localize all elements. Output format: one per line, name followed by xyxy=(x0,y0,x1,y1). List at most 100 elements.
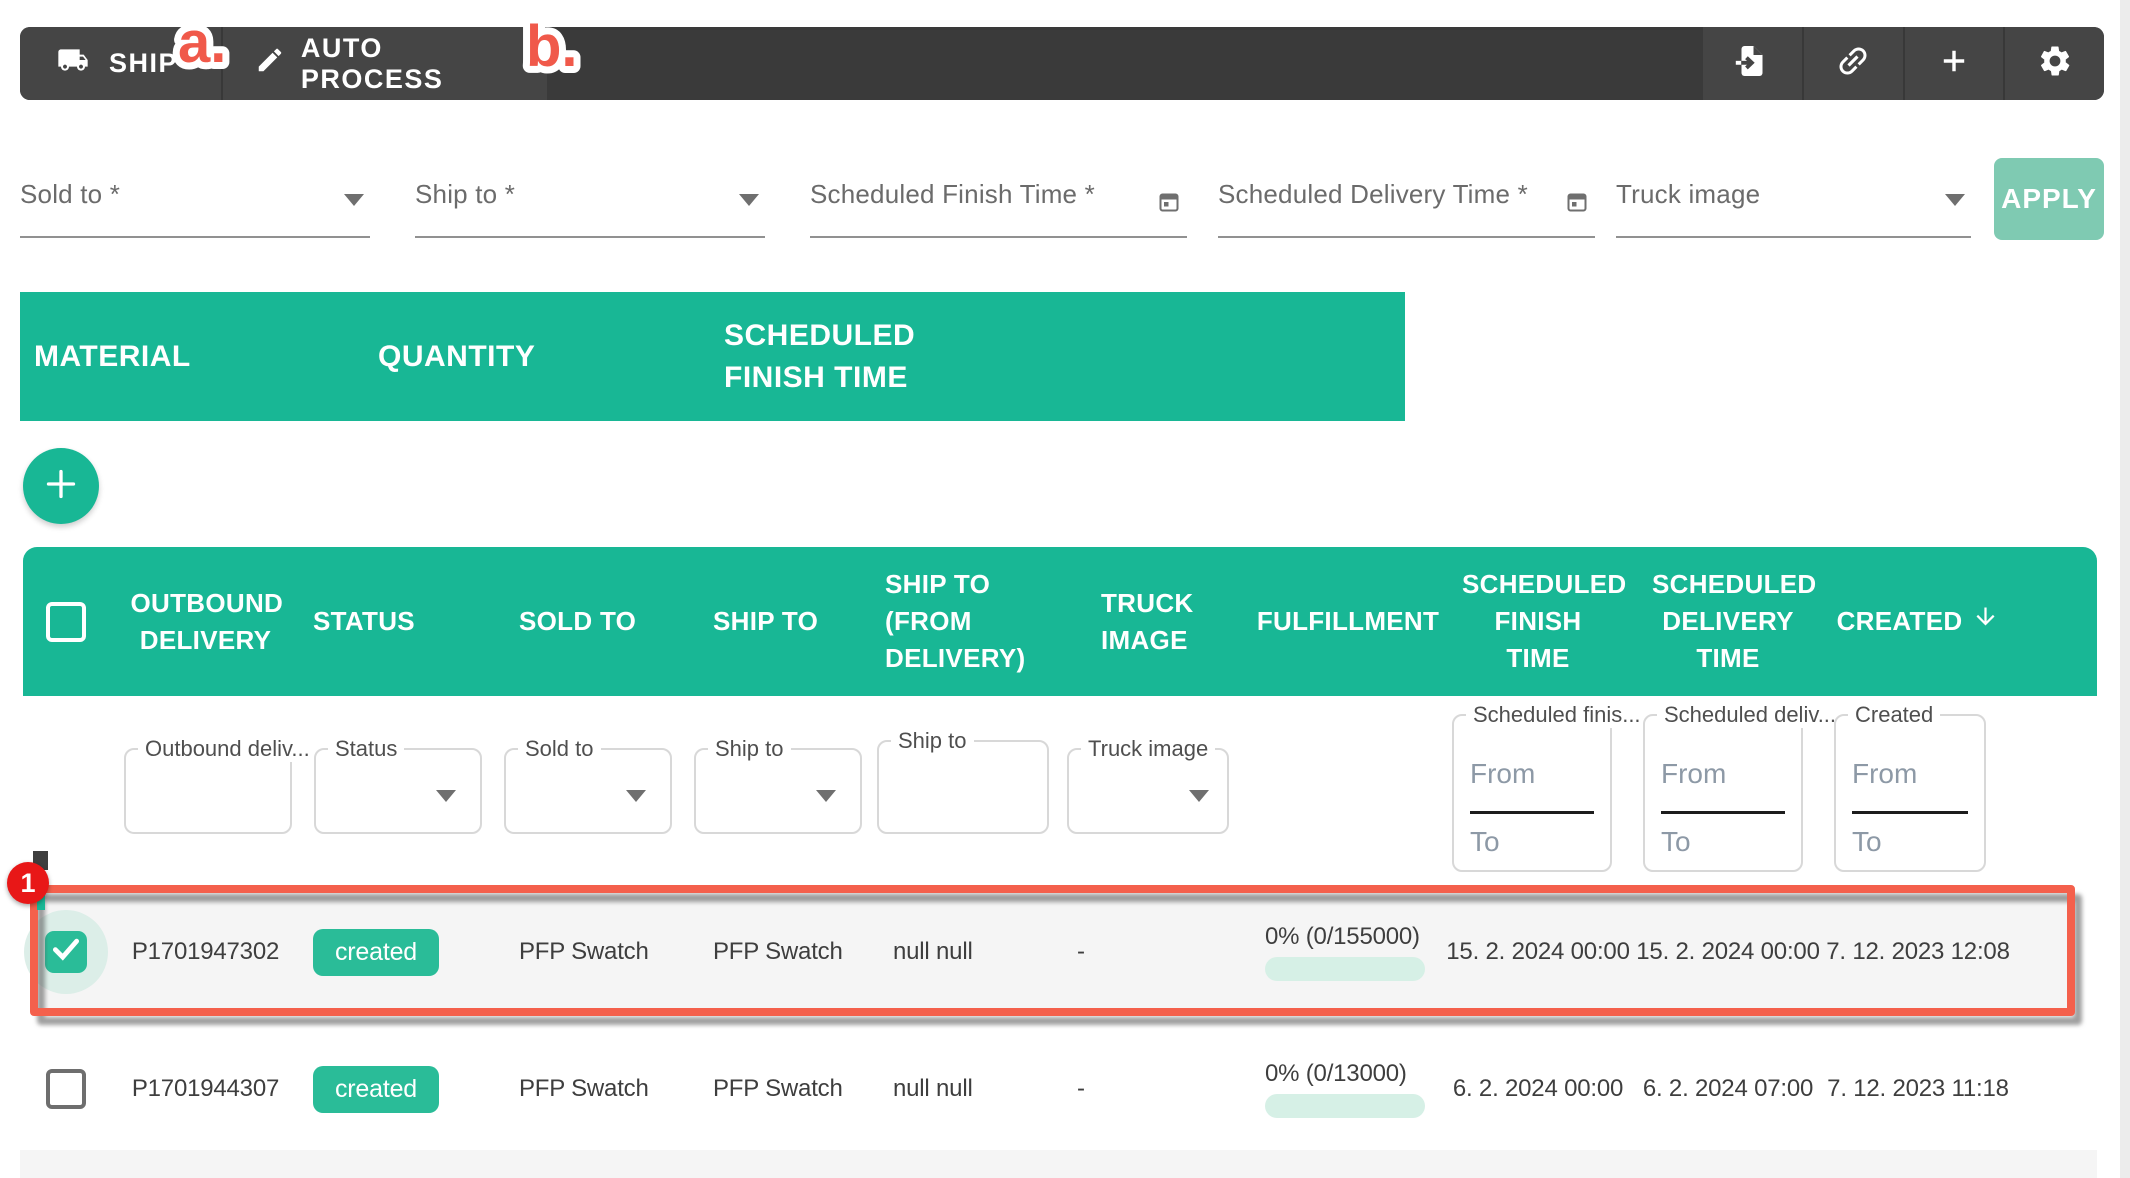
scheduled-delivery-to-input[interactable]: To xyxy=(1661,826,1691,858)
sold-to-cell: PFP Swatch xyxy=(493,938,683,966)
filter-ship-to-from-delivery-label: Ship to xyxy=(891,728,974,754)
add-button[interactable] xyxy=(1903,27,2004,100)
caret-down-icon xyxy=(739,194,759,206)
column-header-outbound-delivery[interactable]: OUTBOUND DELIVERY xyxy=(108,585,303,659)
filter-outbound-delivery-label: Outbound deliv... xyxy=(138,736,317,762)
ship-to-select-label: Ship to * xyxy=(415,179,515,210)
table-row[interactable]: P1701944307 created PFP Swatch PFP Swatc… xyxy=(23,1039,2097,1139)
column-header-ship-to-from-delivery[interactable]: SHIP TO (FROM DELIVERY) xyxy=(873,566,1063,677)
filter-created-label: Created xyxy=(1848,702,1940,728)
toolbar-button-group: SHIP AUTO PROCESS xyxy=(20,27,547,100)
caret-down-icon xyxy=(436,790,456,802)
ship-to-cell: PFP Swatch xyxy=(683,938,873,966)
status-cell: created xyxy=(303,929,493,976)
select-all-checkbox[interactable] xyxy=(46,602,86,642)
annotation-row-marker-label: 1 xyxy=(20,868,35,899)
next-row-partial xyxy=(20,1150,2097,1178)
ship-button[interactable]: SHIP xyxy=(20,27,221,100)
quantity-column-header: QUANTITY xyxy=(378,336,535,378)
add-material-fab[interactable] xyxy=(23,448,99,524)
delivery-table-header: OUTBOUND DELIVERY STATUS SOLD TO SHIP TO… xyxy=(23,547,2097,696)
filter-ship-to-from-delivery-input[interactable]: Ship to xyxy=(877,740,1049,834)
filter-scheduled-finish-range: Scheduled finis... From To xyxy=(1452,714,1612,872)
scheduled-delivery-from-input[interactable]: From xyxy=(1661,758,1726,790)
table-row[interactable]: P1701947302 created PFP Swatch PFP Swatc… xyxy=(23,896,2097,1008)
truck-icon xyxy=(53,44,93,83)
fulfillment-text: 0% (0/13000) xyxy=(1265,1060,1443,1088)
column-header-scheduled-finish-time[interactable]: SCHEDULED FINISH TIME xyxy=(1443,566,1633,677)
import-deliveries-button[interactable] xyxy=(1703,27,1802,100)
column-header-truck-image[interactable]: TRUCK IMAGE xyxy=(1063,585,1253,659)
settings-button[interactable] xyxy=(2003,27,2104,100)
filter-status-select[interactable]: Status xyxy=(314,748,482,834)
input-underline xyxy=(1852,811,1968,814)
top-toolbar: SHIP AUTO PROCESS xyxy=(20,27,2104,100)
scheduled-finish-cell: 15. 2. 2024 00:00 xyxy=(1443,938,1633,966)
apply-button-label: APPLY xyxy=(2001,183,2097,215)
ship-button-label: SHIP xyxy=(109,48,178,79)
auto-process-button[interactable]: AUTO PROCESS xyxy=(223,27,547,100)
scheduled-finish-time-label: Scheduled Finish Time * xyxy=(810,179,1095,210)
scheduled-delivery-time-label: Scheduled Delivery Time * xyxy=(1218,179,1528,210)
truck-image-cell: - xyxy=(1063,1075,1253,1103)
created-to-input[interactable]: To xyxy=(1852,826,1882,858)
filter-truck-image-select[interactable]: Truck image xyxy=(1067,748,1229,834)
link-icon xyxy=(1834,42,1872,85)
plus-icon xyxy=(41,464,81,509)
column-header-scheduled-delivery-time[interactable]: SCHEDULED DELIVERY TIME xyxy=(1633,566,1823,677)
scheduled-finish-to-input[interactable]: To xyxy=(1470,826,1500,858)
filter-outbound-delivery-input[interactable]: Outbound deliv... xyxy=(124,748,292,834)
column-header-fulfillment[interactable]: FULFILLMENT xyxy=(1253,603,1443,640)
scheduled-finish-from-input[interactable]: From xyxy=(1470,758,1535,790)
ship-module-screen: SHIP AUTO PROCESS xyxy=(0,0,2130,1178)
link-button[interactable] xyxy=(1802,27,1903,100)
row-checkbox-checked[interactable] xyxy=(24,910,108,994)
fulfillment-text: 0% (0/155000) xyxy=(1265,923,1443,951)
scheduled-delivery-time-input[interactable]: Scheduled Delivery Time * xyxy=(1218,158,1595,238)
column-header-sold-to[interactable]: SOLD TO xyxy=(493,603,683,640)
outbound-delivery-cell: P1701944307 xyxy=(108,1075,303,1103)
outbound-delivery-cell: P1701947302 xyxy=(108,938,303,966)
toolbar-icon-group xyxy=(1703,27,2104,100)
fulfillment-cell: 0% (0/155000) xyxy=(1253,923,1443,981)
ship-to-cell: PFP Swatch xyxy=(683,1075,873,1103)
filter-ship-to-label: Ship to xyxy=(708,736,791,762)
sort-arrow-down-icon xyxy=(1972,603,1999,640)
pencil-icon xyxy=(255,45,285,82)
vertical-scrollbar[interactable] xyxy=(2120,0,2130,1178)
column-header-created[interactable]: CREATED xyxy=(1823,603,2013,640)
status-cell: created xyxy=(303,1066,493,1113)
apply-button[interactable]: APPLY xyxy=(1994,158,2104,240)
filter-scheduled-delivery-label: Scheduled deliv... xyxy=(1657,702,1843,728)
row-checkbox-unchecked[interactable] xyxy=(46,1069,86,1109)
fulfillment-progress-bar xyxy=(1265,957,1425,981)
plus-icon xyxy=(1937,44,1971,83)
calendar-icon[interactable] xyxy=(1157,189,1181,220)
sold-to-select[interactable]: Sold to * xyxy=(20,158,370,238)
filter-status-label: Status xyxy=(328,736,404,762)
caret-down-icon xyxy=(816,790,836,802)
annotation-row-marker: 1 xyxy=(7,862,49,904)
caret-down-icon xyxy=(344,194,364,206)
filter-truck-image-label: Truck image xyxy=(1081,736,1215,762)
row-checkbox-cell xyxy=(23,910,108,994)
sold-to-select-label: Sold to * xyxy=(20,179,120,210)
status-badge: created xyxy=(313,1066,439,1113)
input-underline xyxy=(1470,811,1594,814)
column-header-ship-to[interactable]: SHIP TO xyxy=(683,603,873,640)
ship-to-select[interactable]: Ship to * xyxy=(415,158,765,238)
column-header-status[interactable]: STATUS xyxy=(303,603,493,640)
row-checkbox-cell xyxy=(23,1069,108,1109)
fulfillment-progress-bar xyxy=(1265,1094,1425,1118)
sold-to-cell: PFP Swatch xyxy=(493,1075,683,1103)
filter-ship-to-select[interactable]: Ship to xyxy=(694,748,862,834)
created-from-input[interactable]: From xyxy=(1852,758,1917,790)
scheduled-finish-time-input[interactable]: Scheduled Finish Time * xyxy=(810,158,1187,238)
gear-icon xyxy=(2037,43,2073,84)
truck-image-select[interactable]: Truck image xyxy=(1616,158,1971,238)
caret-down-icon xyxy=(1945,194,1965,206)
truck-image-select-label: Truck image xyxy=(1616,179,1760,210)
filter-sold-to-select[interactable]: Sold to xyxy=(504,748,672,834)
calendar-icon[interactable] xyxy=(1565,189,1589,220)
caret-down-icon xyxy=(1189,790,1209,802)
